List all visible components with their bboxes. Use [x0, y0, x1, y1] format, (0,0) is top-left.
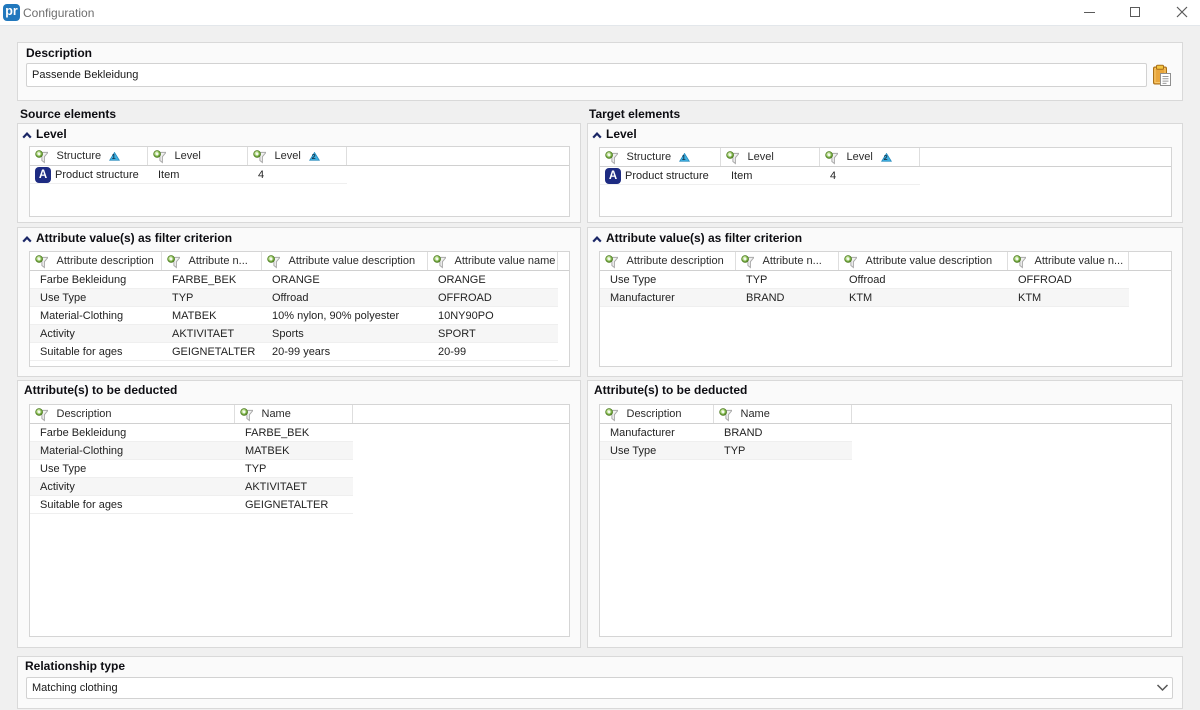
svg-text:2: 2	[311, 152, 315, 161]
svg-text:1: 1	[112, 152, 116, 161]
svg-text:1: 1	[682, 153, 686, 162]
svg-text:2: 2	[883, 153, 887, 162]
